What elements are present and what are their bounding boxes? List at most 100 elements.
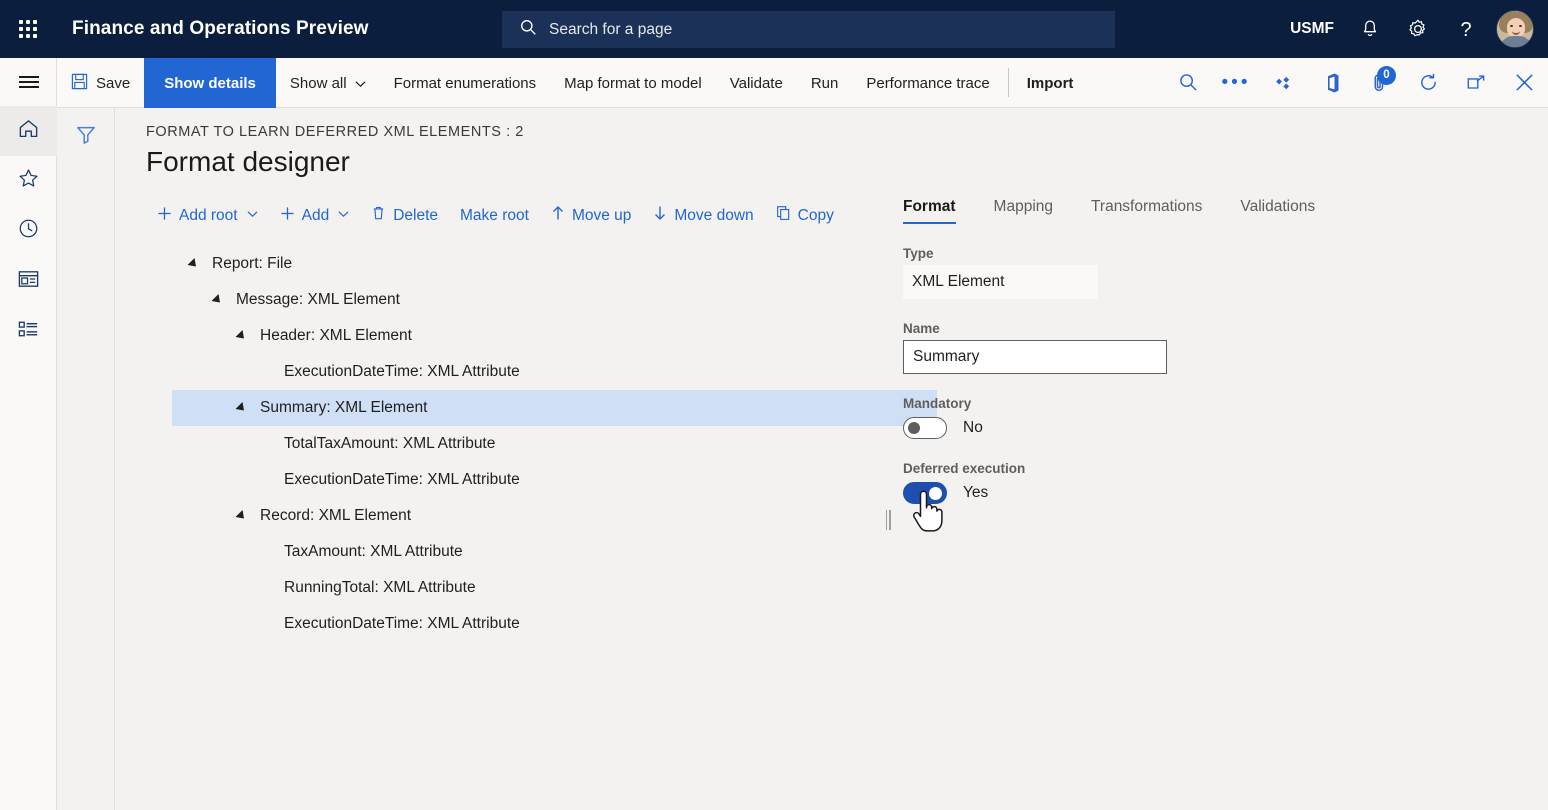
copy-button[interactable]: Copy xyxy=(765,200,845,231)
popout-icon[interactable] xyxy=(1452,58,1500,108)
show-all-button[interactable]: Show all xyxy=(276,58,380,108)
tab-validations[interactable]: Validations xyxy=(1240,194,1315,224)
expand-caret-icon[interactable] xyxy=(232,331,250,341)
office-app-icon[interactable] xyxy=(1308,58,1356,108)
tree-node[interactable]: TotalTaxAmount: XML Attribute xyxy=(172,426,937,462)
expand-caret-icon[interactable] xyxy=(232,403,250,413)
tree-node-label: ExecutionDateTime: XML Attribute xyxy=(284,363,520,381)
sidebar-item-workspaces[interactable] xyxy=(0,256,57,306)
add-button[interactable]: Add xyxy=(269,201,361,231)
trash-icon xyxy=(371,205,386,226)
show-all-label: Show all xyxy=(290,75,347,92)
command-bar: Save Show details Show all Format enumer… xyxy=(57,58,1548,108)
sidebar-item-modules[interactable] xyxy=(0,306,57,356)
run-label: Run xyxy=(811,75,839,92)
refresh-icon[interactable] xyxy=(1404,58,1452,108)
save-disk-icon xyxy=(71,73,88,94)
import-label: Import xyxy=(1027,75,1074,92)
page-content: FORMAT TO LEARN DEFERRED XML ELEMENTS : … xyxy=(115,108,1548,810)
filter-funnel-icon[interactable] xyxy=(57,108,115,160)
type-field-group: Type XML Element xyxy=(903,246,1523,299)
sidebar-item-recent[interactable] xyxy=(0,206,57,256)
name-field-group: Name Summary xyxy=(903,321,1523,374)
expand-caret-icon[interactable] xyxy=(184,259,202,269)
tree-node[interactable]: RunningTotal: XML Attribute xyxy=(172,570,937,606)
tree-node[interactable]: TaxAmount: XML Attribute xyxy=(172,534,937,570)
delete-label: Delete xyxy=(393,207,438,225)
tab-mapping[interactable]: Mapping xyxy=(994,194,1053,224)
tree-node-label: TaxAmount: XML Attribute xyxy=(284,543,463,561)
global-search-input[interactable]: Search for a page xyxy=(502,11,1115,48)
move-up-button[interactable]: Move up xyxy=(540,200,642,231)
waffle-grid-icon[interactable] xyxy=(0,0,56,58)
tab-mapping-label: Mapping xyxy=(994,198,1053,215)
top-navigation-bar: Finance and Operations Preview Search fo… xyxy=(0,0,1548,58)
import-button[interactable]: Import xyxy=(1013,58,1088,108)
tree-node-label: Report: File xyxy=(212,255,292,273)
close-icon[interactable] xyxy=(1500,58,1548,108)
gear-icon[interactable] xyxy=(1394,0,1442,58)
bell-icon[interactable] xyxy=(1346,0,1394,58)
tab-format[interactable]: Format xyxy=(903,194,956,224)
tab-format-label: Format xyxy=(903,198,956,215)
workspace-icon xyxy=(17,269,40,294)
app-title: Finance and Operations Preview xyxy=(72,18,369,40)
tree-node-label: ExecutionDateTime: XML Attribute xyxy=(284,615,520,633)
name-label: Name xyxy=(903,321,1523,336)
tree-node[interactable]: ExecutionDateTime: XML Attribute xyxy=(172,354,937,390)
deferred-execution-label: Deferred execution xyxy=(903,461,1523,476)
search-icon[interactable] xyxy=(1164,58,1212,108)
tree-node[interactable]: Summary: XML Element xyxy=(172,390,937,426)
sidebar-item-home[interactable] xyxy=(0,106,57,156)
share-diamond-icon[interactable] xyxy=(1260,58,1308,108)
map-format-to-model-button[interactable]: Map format to model xyxy=(550,58,716,108)
hamburger-icon[interactable] xyxy=(0,58,57,106)
overflow-dots-icon[interactable]: ••• xyxy=(1212,58,1260,108)
command-separator xyxy=(1008,68,1009,97)
question-mark-icon[interactable]: ? xyxy=(1442,0,1490,58)
format-enumerations-label: Format enumerations xyxy=(394,75,537,92)
copy-label: Copy xyxy=(798,207,834,225)
move-down-button[interactable]: Move down xyxy=(642,200,764,231)
attachments-badge: 0 xyxy=(1377,66,1396,85)
validate-button[interactable]: Validate xyxy=(716,58,797,108)
save-label: Save xyxy=(96,75,130,92)
delete-button[interactable]: Delete xyxy=(360,200,449,231)
deferred-execution-field-group: Deferred execution Yes xyxy=(903,461,1523,504)
properties-tabs: Format Mapping Transformations Validatio… xyxy=(903,194,1523,224)
page-title: Format designer xyxy=(146,146,350,178)
user-avatar[interactable] xyxy=(1496,10,1534,48)
tree-node[interactable]: Message: XML Element xyxy=(172,282,937,318)
expand-caret-icon[interactable] xyxy=(232,511,250,521)
name-input[interactable]: Summary xyxy=(903,340,1167,374)
save-button[interactable]: Save xyxy=(57,58,144,108)
company-selector[interactable]: USMF xyxy=(1278,20,1346,38)
tree-node[interactable]: Report: File xyxy=(172,246,937,282)
performance-trace-button[interactable]: Performance trace xyxy=(852,58,1003,108)
tree-node[interactable]: Record: XML Element xyxy=(172,498,937,534)
add-label: Add xyxy=(302,207,330,225)
deferred-execution-value: Yes xyxy=(963,484,988,502)
add-root-button[interactable]: Add root xyxy=(146,201,269,231)
run-button[interactable]: Run xyxy=(797,58,853,108)
format-enumerations-button[interactable]: Format enumerations xyxy=(380,58,551,108)
tree-node[interactable]: ExecutionDateTime: XML Attribute xyxy=(172,606,937,642)
tree-node[interactable]: Header: XML Element xyxy=(172,318,937,354)
type-value: XML Element xyxy=(903,265,1098,299)
tree-node[interactable]: ExecutionDateTime: XML Attribute xyxy=(172,462,937,498)
breadcrumb: FORMAT TO LEARN DEFERRED XML ELEMENTS : … xyxy=(146,124,524,140)
arrow-down-icon xyxy=(653,205,667,226)
expand-caret-icon[interactable] xyxy=(208,295,226,305)
top-nav-right-group: USMF ? xyxy=(1278,0,1548,58)
tree-node-label: Header: XML Element xyxy=(260,327,412,345)
attachments-icon[interactable]: 0 xyxy=(1356,58,1404,108)
tree-node-label: RunningTotal: XML Attribute xyxy=(284,579,476,597)
make-root-button[interactable]: Make root xyxy=(449,202,540,230)
tab-transformations[interactable]: Transformations xyxy=(1091,194,1202,224)
sidebar-item-favorites[interactable] xyxy=(0,156,57,206)
tree-node-label: TotalTaxAmount: XML Attribute xyxy=(284,435,495,453)
deferred-execution-toggle[interactable] xyxy=(903,482,947,504)
pane-splitter-handle[interactable] xyxy=(883,508,893,532)
show-details-button[interactable]: Show details xyxy=(144,58,276,108)
mandatory-toggle[interactable] xyxy=(903,417,947,439)
